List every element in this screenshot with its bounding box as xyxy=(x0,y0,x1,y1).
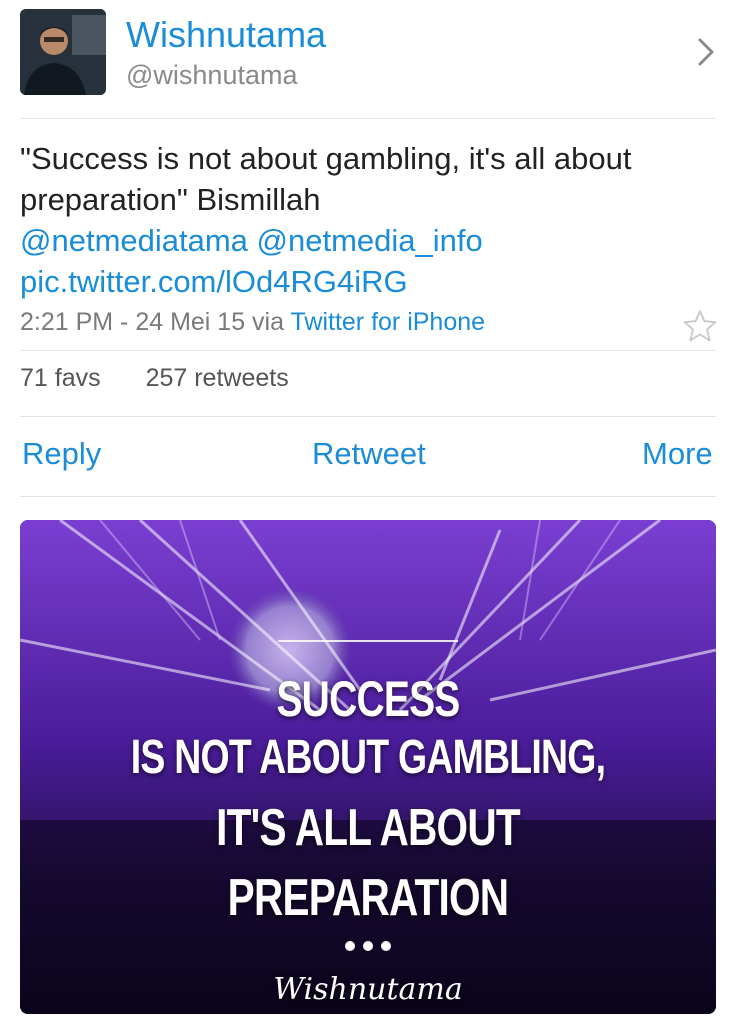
chevron-right-icon[interactable] xyxy=(694,36,718,68)
quote-rule xyxy=(278,640,458,642)
divider xyxy=(20,416,716,417)
user-handle: @wishnutama xyxy=(126,60,298,90)
divider xyxy=(20,496,716,497)
quote-line-2: IS NOT ABOUT GAMBLING, xyxy=(130,731,606,784)
divider xyxy=(20,350,716,351)
avatar[interactable] xyxy=(20,9,106,95)
quote-line-1: SUCCESS xyxy=(276,671,460,727)
divider xyxy=(20,118,716,119)
quote-line-4: PREPARATION xyxy=(227,869,509,927)
pic-link[interactable]: pic.twitter.com/lOd4RG4iRG xyxy=(20,264,408,299)
reply-button[interactable]: Reply xyxy=(22,436,101,472)
quote-line-3: IT'S ALL ABOUT xyxy=(216,799,520,857)
star-outline-icon[interactable] xyxy=(682,308,718,344)
quote-overlay: SUCCESS IS NOT ABOUT GAMBLING, IT'S ALL … xyxy=(20,520,716,1014)
tweet-text: "Success is not about gambling, it's all… xyxy=(20,138,710,302)
mention-netmedia-info[interactable]: @netmedia_info xyxy=(257,223,483,258)
mention-netmediatama[interactable]: @netmediatama xyxy=(20,223,248,258)
tweet-body: "Success is not about gambling, it's all… xyxy=(20,141,632,217)
profile-header[interactable]: Wishnutama @wishnutama xyxy=(0,0,736,118)
tweet-stats: 71 favs 257 retweets xyxy=(20,364,327,393)
signature: Wishnutama xyxy=(273,972,463,1007)
retweets-count[interactable]: 257 retweets xyxy=(146,364,289,392)
tweet-time: 2:21 PM - 24 Mei 15 via xyxy=(20,308,285,336)
tweet-meta: 2:21 PM - 24 Mei 15 via Twitter for iPho… xyxy=(20,308,485,337)
favs-count[interactable]: 71 favs xyxy=(20,364,101,392)
display-name[interactable]: Wishnutama xyxy=(126,14,326,56)
tweet-media-image[interactable]: SUCCESS IS NOT ABOUT GAMBLING, IT'S ALL … xyxy=(20,520,716,1014)
via-client-link[interactable]: Twitter for iPhone xyxy=(291,308,486,336)
retweet-button[interactable]: Retweet xyxy=(312,436,426,472)
more-button[interactable]: More xyxy=(642,436,713,472)
dots-separator xyxy=(20,938,716,956)
